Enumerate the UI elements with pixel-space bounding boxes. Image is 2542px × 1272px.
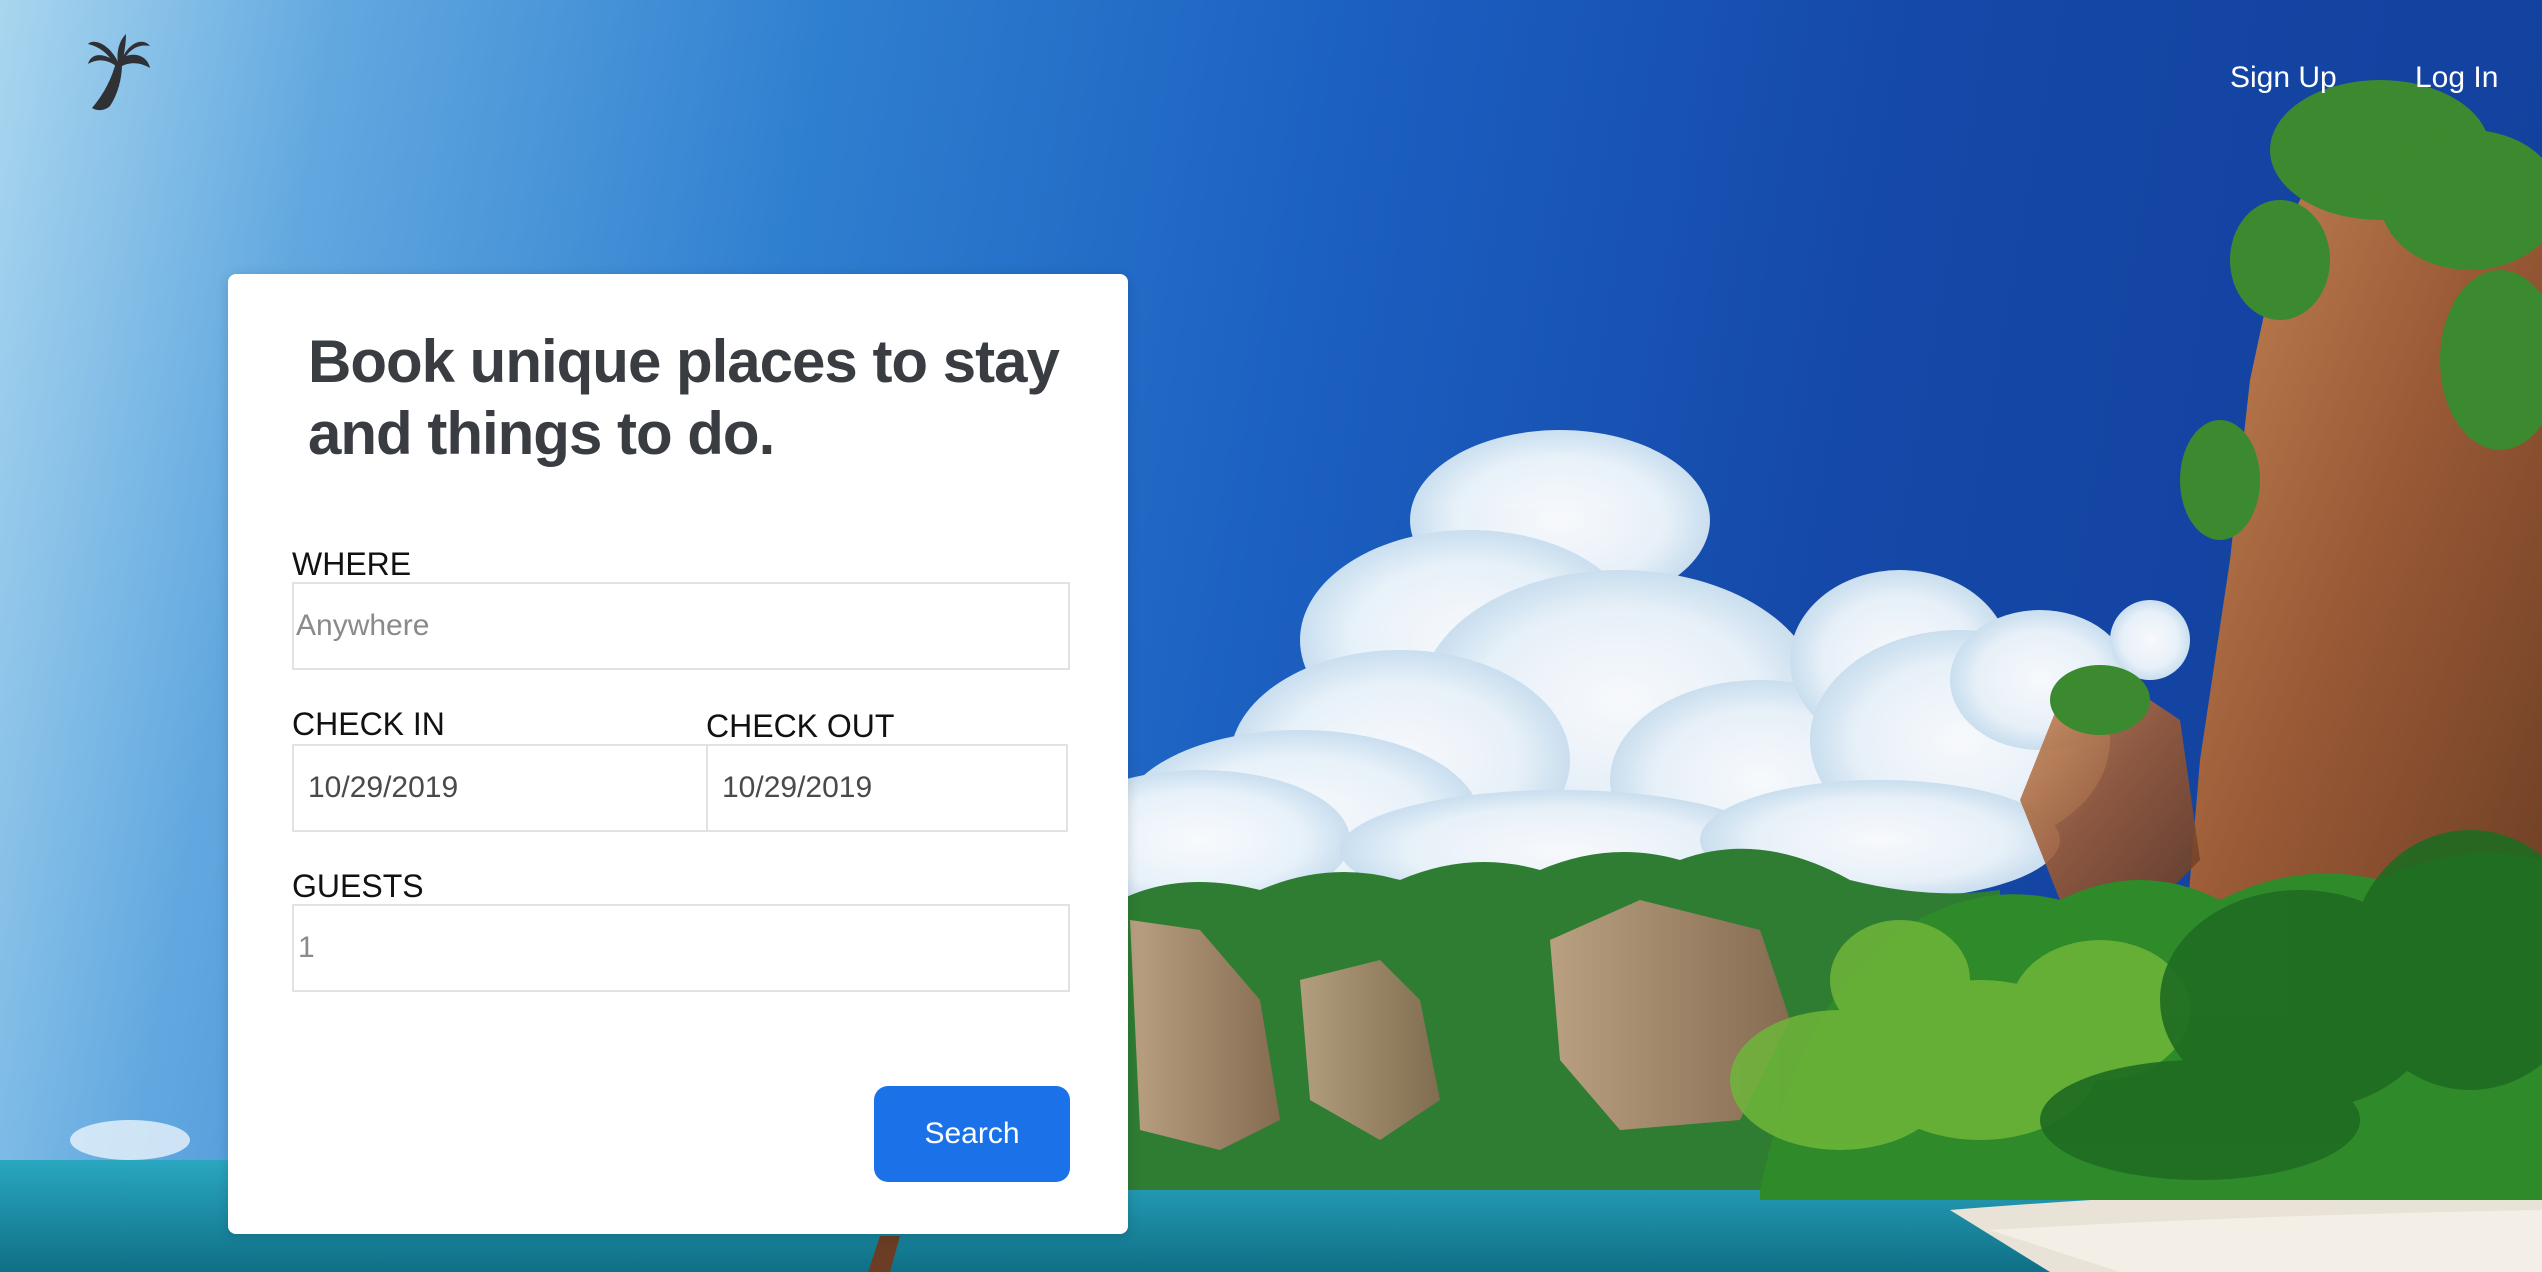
- where-label: WHERE: [292, 546, 412, 582]
- check-out-input[interactable]: [708, 746, 1066, 830]
- guests-label: GUESTS: [292, 868, 424, 904]
- where-input[interactable]: [294, 584, 1068, 668]
- page-title: Book unique places to stay and things to…: [308, 328, 1060, 467]
- search-button[interactable]: Search: [874, 1086, 1070, 1182]
- palm-tree-icon[interactable]: [86, 34, 152, 112]
- sign-up-link[interactable]: Sign Up: [2230, 60, 2337, 96]
- log-in-link[interactable]: Log In: [2415, 60, 2498, 96]
- search-card: Book unique places to stay and things to…: [228, 274, 1128, 1234]
- check-in-field[interactable]: [292, 744, 708, 832]
- where-field[interactable]: [292, 582, 1070, 670]
- check-in-label: CHECK IN: [292, 706, 445, 742]
- landing-page: Sign Up Log In Book unique places to sta…: [0, 0, 2542, 1272]
- guests-field[interactable]: [292, 904, 1070, 992]
- guests-input[interactable]: [294, 906, 1068, 990]
- check-in-input[interactable]: [294, 746, 706, 830]
- top-navigation: Sign Up Log In: [0, 0, 2542, 160]
- check-out-field[interactable]: [706, 744, 1068, 832]
- check-out-label: CHECK OUT: [706, 708, 895, 744]
